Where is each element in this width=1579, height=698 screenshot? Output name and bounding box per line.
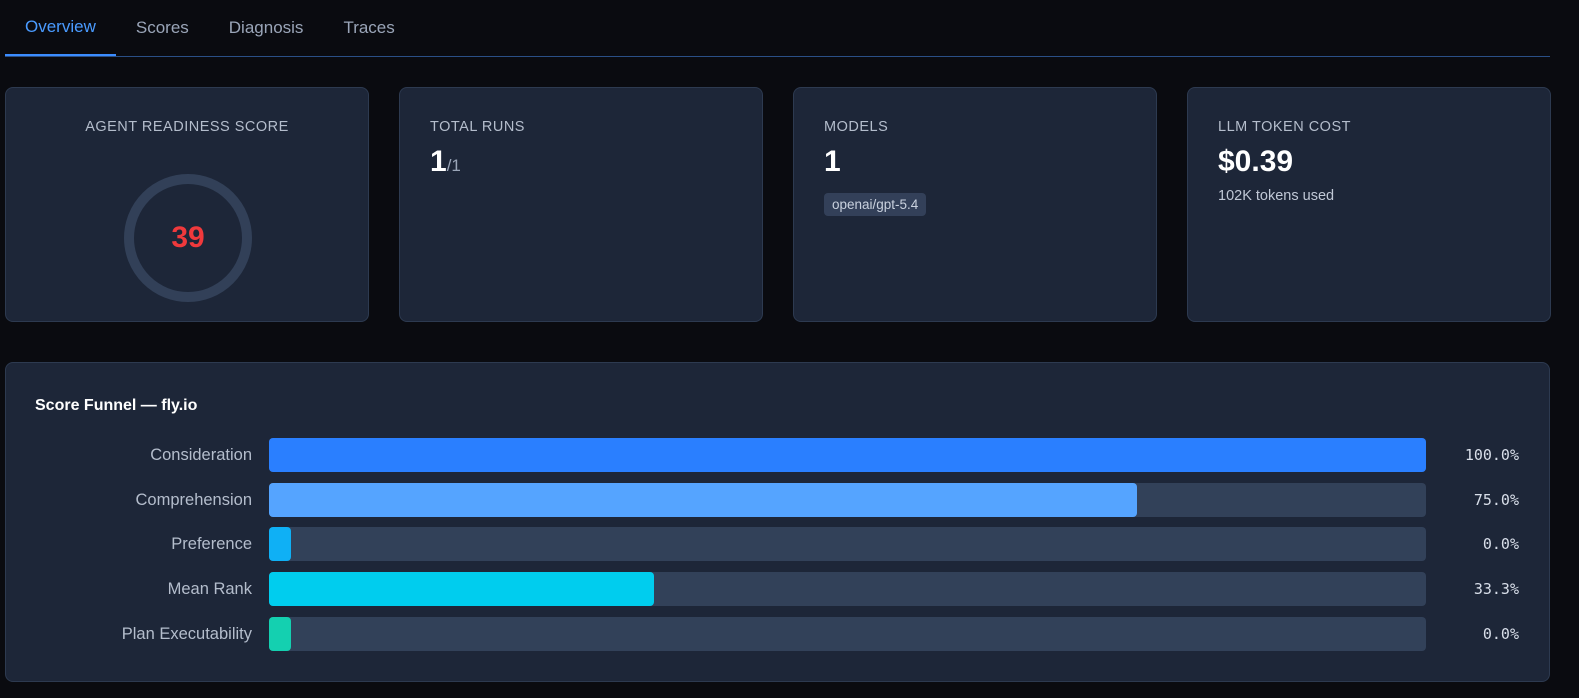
funnel-row-value: 0.0% bbox=[1482, 535, 1519, 553]
tab-scores[interactable]: Scores bbox=[116, 0, 209, 56]
tab-overview[interactable]: Overview bbox=[5, 0, 116, 56]
tab-traces[interactable]: Traces bbox=[323, 0, 414, 56]
funnel-bar-fill bbox=[269, 483, 1137, 517]
funnel-row-label: Consideration bbox=[150, 445, 252, 464]
funnel-bar-track bbox=[269, 483, 1426, 517]
tab-bar: Overview Scores Diagnosis Traces bbox=[5, 0, 1550, 57]
readiness-score-card: AGENT READINESS SCORE 39 bbox=[5, 87, 369, 322]
readiness-score-value: 39 bbox=[171, 221, 205, 254]
total-runs-value: 1/1 bbox=[430, 145, 461, 179]
funnel-row-comprehension: Comprehension 75.0% bbox=[6, 483, 1549, 517]
models-label: MODELS bbox=[824, 119, 889, 135]
funnel-bar-fill bbox=[269, 438, 1426, 472]
funnel-bar-track bbox=[269, 572, 1426, 606]
funnel-bar-fill bbox=[269, 572, 655, 606]
funnel-row-value: 100.0% bbox=[1464, 446, 1519, 464]
funnel-row-preference: Preference 0.0% bbox=[6, 527, 1549, 561]
token-cost-value: $0.39 bbox=[1218, 145, 1294, 178]
funnel-row-consideration: Consideration 100.0% bbox=[6, 438, 1549, 472]
funnel-row-label: Comprehension bbox=[135, 490, 252, 509]
readiness-score-label: AGENT READINESS SCORE bbox=[85, 119, 289, 135]
funnel-row-plan-executability: Plan Executability 0.0% bbox=[6, 617, 1549, 651]
models-card: MODELS 1 openai/gpt-5.4 bbox=[793, 87, 1157, 322]
tab-diagnosis[interactable]: Diagnosis bbox=[209, 0, 324, 56]
models-count: 1 bbox=[824, 145, 841, 178]
funnel-row-value: 33.3% bbox=[1473, 580, 1519, 598]
funnel-row-value: 0.0% bbox=[1482, 625, 1519, 643]
tokens-used-note: 102K tokens used bbox=[1218, 188, 1335, 204]
funnel-bar-track bbox=[269, 527, 1426, 561]
token-cost-card: LLM TOKEN COST $0.39 102K tokens used bbox=[1187, 87, 1551, 322]
score-funnel-title: Score Funnel — fly.io bbox=[35, 397, 198, 414]
funnel-bar-track bbox=[269, 438, 1426, 472]
total-runs-card: TOTAL RUNS 1/1 bbox=[399, 87, 763, 322]
total-runs-label: TOTAL RUNS bbox=[430, 119, 525, 135]
funnel-bar-fill bbox=[269, 617, 291, 651]
model-chip: openai/gpt-5.4 bbox=[824, 193, 927, 216]
total-runs-count: 1 bbox=[430, 145, 447, 178]
funnel-bar-fill bbox=[269, 527, 291, 561]
score-funnel-panel: Score Funnel — fly.io Consideration 100.… bbox=[5, 362, 1550, 682]
funnel-bar-track bbox=[269, 617, 1426, 651]
funnel-row-label: Preference bbox=[171, 534, 252, 553]
total-runs-total: /1 bbox=[446, 156, 461, 175]
funnel-row-label: Plan Executability bbox=[121, 624, 252, 643]
funnel-row-mean-rank: Mean Rank 33.3% bbox=[6, 572, 1549, 606]
funnel-row-label: Mean Rank bbox=[167, 579, 252, 598]
funnel-row-value: 75.0% bbox=[1473, 491, 1519, 509]
token-cost-label: LLM TOKEN COST bbox=[1218, 119, 1351, 135]
